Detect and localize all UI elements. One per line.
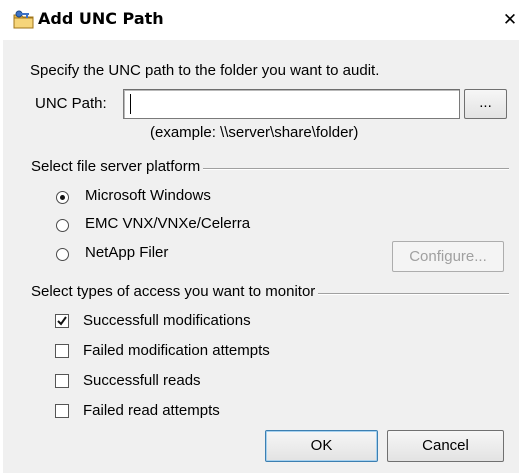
checkmark-icon [57, 316, 67, 326]
instructions-text: Specify the UNC path to the folder you w… [30, 62, 380, 79]
checkbox-failed-modification-attempts[interactable] [55, 344, 69, 358]
radio-netapp-filer[interactable] [56, 248, 69, 261]
ok-button[interactable]: OK [265, 430, 378, 462]
radio-emc-vnx[interactable] [56, 219, 69, 232]
radio-label-microsoft-windows[interactable]: Microsoft Windows [85, 187, 211, 204]
checkbox-label-successfull-modifications[interactable]: Successfull modifications [83, 312, 251, 329]
folder-key-icon [13, 10, 34, 29]
checkbox-failed-read-attempts[interactable] [55, 404, 69, 418]
close-button[interactable]: ✕ [499, 8, 519, 32]
checkbox-label-successfull-reads[interactable]: Successfull reads [83, 372, 201, 389]
radio-selected-dot [60, 195, 65, 200]
text-caret [130, 94, 131, 114]
browse-button[interactable]: ... [464, 89, 507, 119]
platform-group-label: Select file server platform [31, 158, 204, 175]
title-bar: Add UNC Path ✕ [3, 0, 519, 40]
access-group-label: Select types of access you want to monit… [31, 283, 319, 300]
radio-microsoft-windows[interactable] [56, 191, 69, 204]
cancel-button[interactable]: Cancel [387, 430, 504, 462]
configure-button[interactable]: Configure... [392, 241, 504, 272]
checkbox-label-failed-modification-attempts[interactable]: Failed modification attempts [83, 342, 270, 359]
window-title: Add UNC Path [38, 9, 164, 28]
radio-label-netapp-filer[interactable]: NetApp Filer [85, 244, 168, 261]
unc-path-input[interactable] [123, 89, 460, 119]
checkbox-successfull-reads[interactable] [55, 374, 69, 388]
checkbox-label-failed-read-attempts[interactable]: Failed read attempts [83, 402, 220, 419]
add-unc-path-dialog: Add UNC Path ✕ Specify the UNC path to t… [3, 0, 519, 473]
unc-example-text: (example: \\server\share\folder) [150, 124, 359, 141]
unc-path-label: UNC Path: [35, 95, 107, 112]
checkbox-successfull-modifications[interactable] [55, 314, 69, 328]
radio-label-emc-vnx[interactable]: EMC VNX/VNXe/Celerra [85, 215, 250, 232]
